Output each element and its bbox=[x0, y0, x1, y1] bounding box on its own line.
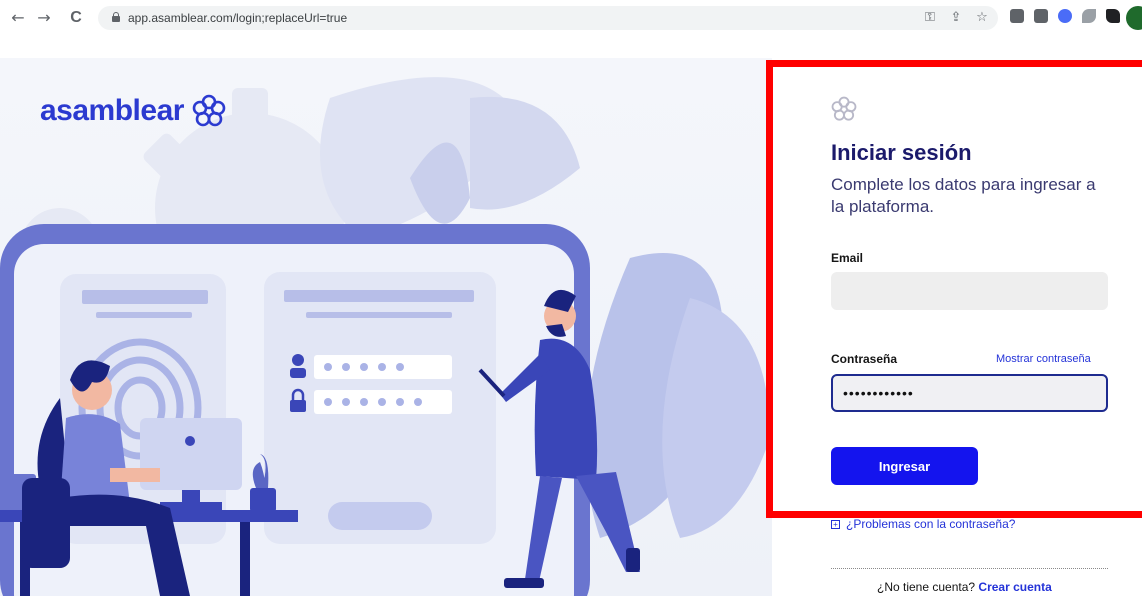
extension-2-icon[interactable] bbox=[1034, 9, 1048, 23]
forgot-password-text[interactable]: ¿Problemas con la contraseña? bbox=[846, 517, 1015, 531]
address-bar[interactable]: app.asamblear.com/login;replaceUrl=true … bbox=[98, 6, 998, 30]
extension-1-icon[interactable] bbox=[1010, 9, 1024, 23]
brand-logo-icon bbox=[831, 96, 857, 121]
extension-4-icon[interactable] bbox=[1082, 9, 1096, 23]
email-label: Email bbox=[831, 251, 864, 265]
password-label: Contraseña bbox=[831, 352, 898, 366]
password-field[interactable] bbox=[831, 374, 1108, 412]
hero-illustration: asamblear bbox=[0, 58, 772, 596]
key-icon[interactable]: ⚿ bbox=[922, 9, 938, 27]
browser-toolbar: ← → C app.asamblear.com/login;replaceUrl… bbox=[0, 0, 1142, 36]
puzzle-icon[interactable] bbox=[1106, 9, 1120, 23]
page-title: Iniciar sesión bbox=[831, 140, 972, 165]
expand-icon: + bbox=[831, 519, 840, 529]
login-illustration bbox=[0, 77, 770, 596]
share-icon[interactable]: ⇪ bbox=[948, 9, 964, 27]
email-field[interactable] bbox=[831, 272, 1108, 310]
extension-3-icon[interactable] bbox=[1058, 9, 1072, 23]
create-account-link[interactable]: Crear cuenta bbox=[978, 580, 1051, 594]
brand: asamblear bbox=[40, 94, 226, 128]
divider bbox=[831, 568, 1108, 569]
leaf-shape bbox=[470, 96, 580, 210]
profile-avatar[interactable] bbox=[1126, 6, 1142, 30]
forward-button[interactable]: → bbox=[34, 8, 54, 28]
brand-name: asamblear bbox=[40, 94, 184, 127]
login-button[interactable]: Ingresar bbox=[831, 447, 978, 485]
bookmark-star-icon[interactable]: ☆ bbox=[974, 9, 990, 27]
address-url[interactable]: app.asamblear.com/login;replaceUrl=true bbox=[128, 10, 347, 26]
lock-icon[interactable] bbox=[112, 12, 120, 22]
signup-prompt: ¿No tiene cuenta? Crear cuenta bbox=[877, 580, 1052, 594]
reload-button[interactable]: C bbox=[66, 8, 86, 28]
forgot-password-link[interactable]: + ¿Problemas con la contraseña? bbox=[831, 517, 1015, 531]
show-password-link[interactable]: Mostrar contraseña bbox=[996, 352, 1091, 366]
brand-logo-icon bbox=[192, 94, 226, 127]
no-account-text: ¿No tiene cuenta? bbox=[877, 580, 976, 594]
extensions-bar bbox=[1010, 9, 1142, 23]
back-button[interactable]: ← bbox=[8, 8, 28, 28]
page-subtitle: Complete los datos para ingresar a la pl… bbox=[831, 175, 1096, 216]
